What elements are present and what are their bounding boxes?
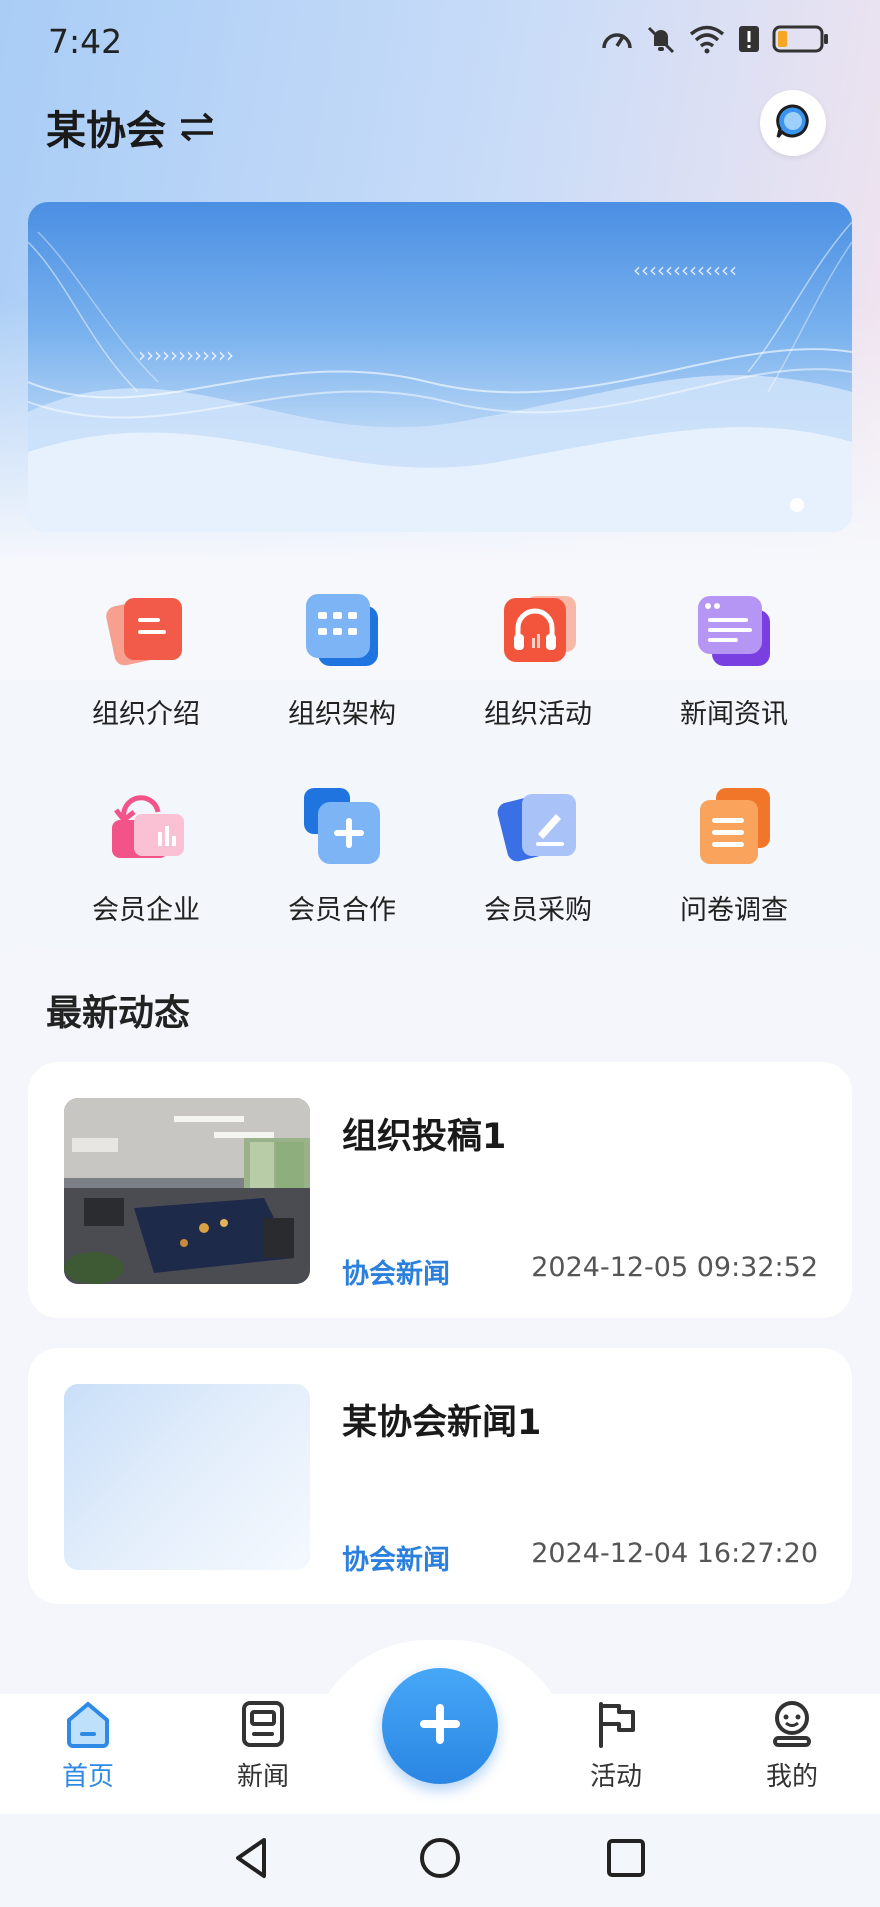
news-title: 组织投稿1: [342, 1117, 507, 1157]
svg-text:‹‹‹‹‹‹‹‹‹‹‹‹‹: ‹‹‹‹‹‹‹‹‹‹‹‹‹: [633, 258, 737, 282]
organization-title[interactable]: 某协会: [46, 98, 166, 156]
nav-label: 我的: [765, 1762, 818, 1792]
nav-profile[interactable]: 我的: [732, 1700, 852, 1793]
news-date: 2024-12-05 09:32:52: [531, 1252, 818, 1283]
function-row: 会员企业 会员合作 会员采购 问卷调查: [48, 776, 832, 972]
swap-arrows-icon[interactable]: [178, 112, 216, 146]
news-category: 协会新闻: [342, 1545, 450, 1576]
member-purchase-icon: [496, 784, 580, 868]
carousel-indicator-dot[interactable]: [790, 498, 804, 512]
news-card[interactable]: 组织投稿1 协会新闻 2024-12-05 09:32:52: [28, 1062, 852, 1318]
function-org-activity[interactable]: 组织活动: [440, 580, 636, 776]
flag-icon: [593, 1700, 639, 1752]
home-circle-icon[interactable]: [418, 1836, 462, 1884]
news-title: 某协会新闻1: [342, 1403, 542, 1443]
function-label: 问卷调查: [680, 895, 788, 926]
function-label: 会员企业: [92, 895, 200, 926]
chat-button[interactable]: [760, 90, 826, 156]
news-icon: [240, 1700, 286, 1752]
status-bar: 7:42: [0, 0, 880, 86]
function-member-company[interactable]: 会员企业: [48, 776, 244, 972]
function-label: 新闻资讯: [680, 699, 788, 730]
function-member-purchase[interactable]: 会员采购: [440, 776, 636, 972]
svg-text:››››››››››››: ››››››››››››: [138, 343, 234, 367]
function-org-structure[interactable]: 组织架构: [244, 580, 440, 776]
chat-bubble-icon: [773, 101, 813, 145]
banner-artwork: ›››››››››››› ‹‹‹‹‹‹‹‹‹‹‹‹‹: [28, 221, 852, 532]
banner-carousel[interactable]: ›››››››››››› ‹‹‹‹‹‹‹‹‹‹‹‹‹: [28, 202, 852, 532]
org-intro-icon: [104, 588, 188, 672]
nav-label: 首页: [61, 1762, 114, 1792]
news-date: 2024-12-04 16:27:20: [531, 1538, 818, 1569]
survey-icon: [692, 784, 776, 868]
back-triangle-icon[interactable]: [230, 1836, 274, 1884]
function-org-intro[interactable]: 组织介绍: [48, 580, 244, 776]
plus-icon: [416, 1700, 464, 1752]
member-company-icon: [104, 784, 188, 868]
news-card[interactable]: 某协会新闻1 协会新闻 2024-12-04 16:27:20: [28, 1348, 852, 1604]
function-label: 组织介绍: [92, 699, 200, 730]
wifi-icon: [688, 24, 726, 54]
function-row: 组织介绍 组织架构 组织活动 新闻资讯: [48, 580, 832, 776]
function-label: 组织活动: [484, 699, 592, 730]
mute-bell-icon: [646, 24, 676, 54]
home-icon: [65, 1700, 111, 1752]
recents-square-icon[interactable]: [604, 1836, 648, 1884]
nav-label: 活动: [589, 1762, 642, 1792]
battery-icon: [772, 24, 830, 54]
latest-news-section: 最新动态 组织投稿1 协会新闻 2024-12-05 09:32:52 某协会新…: [0, 948, 880, 1708]
profile-icon: [769, 1700, 815, 1752]
org-activity-icon: [496, 588, 580, 672]
news-category: 协会新闻: [342, 1259, 450, 1290]
news-thumbnail-placeholder: [64, 1384, 310, 1570]
function-label: 会员合作: [288, 895, 396, 926]
member-cooperation-icon: [300, 784, 384, 868]
function-label: 组织架构: [288, 699, 396, 730]
function-survey[interactable]: 问卷调查: [636, 776, 832, 972]
function-member-cooperation[interactable]: 会员合作: [244, 776, 440, 972]
function-grid: 组织介绍 组织架构 组织活动 新闻资讯 会员企业 会员合作 会员采购 问卷调查: [48, 580, 832, 972]
section-title: 最新动态: [46, 993, 191, 1034]
function-label: 会员采购: [484, 895, 592, 926]
speed-icon: [600, 24, 634, 54]
org-structure-icon: [300, 588, 384, 672]
alert-icon: [738, 24, 760, 54]
news-info-icon: [692, 588, 776, 672]
status-icons: [600, 24, 830, 54]
system-nav-bar: [0, 1814, 880, 1907]
status-time: 7:42: [48, 22, 123, 61]
function-news-info[interactable]: 新闻资讯: [636, 580, 832, 776]
add-button[interactable]: [382, 1668, 498, 1784]
nav-activity[interactable]: 活动: [556, 1700, 676, 1793]
nav-home[interactable]: 首页: [28, 1700, 148, 1793]
news-thumbnail-office-photo: [64, 1098, 310, 1284]
nav-news[interactable]: 新闻: [203, 1700, 323, 1793]
header: 某协会: [0, 90, 880, 160]
nav-label: 新闻: [236, 1762, 289, 1792]
